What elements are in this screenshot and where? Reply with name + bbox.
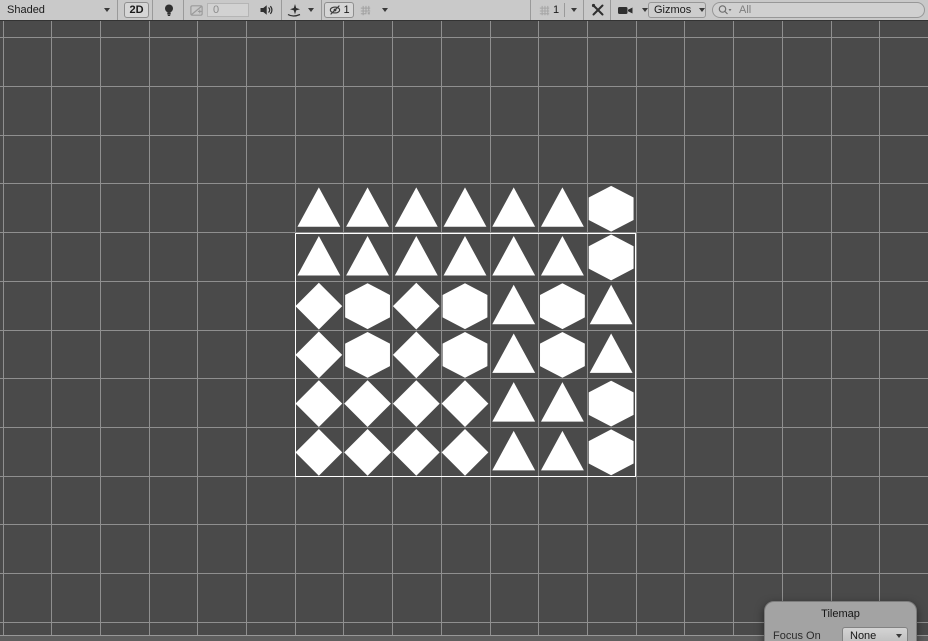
component-tools-button[interactable] [587, 0, 609, 20]
search-input[interactable] [712, 2, 925, 18]
grid-line [0, 86, 928, 87]
grid-line [0, 37, 928, 38]
hidden-objects-count: 1 [343, 4, 349, 16]
grid-line [684, 21, 685, 641]
shading-mode-dropdown[interactable]: Shaded [0, 0, 118, 20]
grid-line [197, 21, 198, 641]
chevron-down-icon [571, 8, 577, 12]
grid-line [0, 573, 928, 574]
toolbar-separator [610, 0, 611, 20]
tile-triangle[interactable] [343, 184, 392, 233]
tilemap-selection-outline [295, 233, 636, 477]
grid-line [3, 21, 4, 641]
chevron-down-icon [699, 8, 705, 12]
exposure-value-field: 0 [207, 3, 249, 17]
tile-hexagon[interactable] [587, 184, 636, 233]
focus-on-dropdown[interactable]: None [842, 627, 908, 641]
chevron-down-icon [642, 8, 648, 12]
effects-toggle-button[interactable] [284, 0, 303, 20]
scene-viewport[interactable]: Tilemap Focus On None [0, 21, 928, 641]
tile-triangle[interactable] [441, 184, 490, 233]
grid-settings-icon [358, 3, 373, 18]
focus-on-value: None [850, 630, 876, 641]
grid-line [782, 21, 783, 641]
scene-camera-button[interactable] [613, 0, 638, 20]
tile-triangle[interactable] [538, 184, 587, 233]
grid-visual-dropdown-button[interactable] [566, 0, 581, 20]
toolbar-separator [183, 0, 184, 20]
chevron-down-icon [308, 8, 314, 12]
grid-line [831, 21, 832, 641]
toolbar-separator [281, 0, 282, 20]
tile-triangle[interactable] [392, 184, 441, 233]
grid-line [149, 21, 150, 641]
toolbar-separator [152, 0, 153, 20]
exposure-button [187, 0, 205, 20]
effects-dropdown-button[interactable] [303, 0, 319, 20]
grid-line [0, 524, 928, 525]
grid-line [246, 21, 247, 641]
search-icon [717, 4, 733, 17]
tile-triangle[interactable] [489, 184, 538, 233]
toolbar-separator [530, 0, 531, 20]
grid-line [879, 21, 880, 641]
lightbulb-icon [161, 2, 177, 18]
grid-line [51, 21, 52, 641]
grid-line [636, 21, 637, 641]
grid-settings-dropdown-button[interactable] [377, 0, 393, 20]
snap-grid-icon [537, 3, 552, 18]
shading-mode-label: Shaded [7, 4, 45, 16]
toolbar-separator [583, 0, 584, 20]
grid-line [733, 21, 734, 641]
eye-hidden-icon [328, 3, 342, 17]
tools-wrench-icon [590, 2, 606, 18]
scene-view-toolbar: Shaded 2D 0 [0, 0, 928, 21]
audio-toggle-button[interactable] [254, 0, 278, 20]
scene-lighting-button[interactable] [157, 0, 181, 20]
tilemap-overlay-panel: Tilemap Focus On None [764, 601, 917, 641]
tile-triangle[interactable] [295, 184, 344, 233]
gizmos-dropdown-button[interactable]: Gizmos [648, 2, 706, 18]
dropdown-arrow-icon [896, 634, 902, 638]
toolbar-separator [321, 0, 322, 20]
exposure-value: 0 [213, 4, 219, 16]
chevron-down-icon [104, 8, 110, 12]
grid-line [100, 21, 101, 641]
audio-icon [258, 2, 274, 18]
grid-visual-button [536, 0, 553, 20]
grid-line [0, 135, 928, 136]
grid-settings-button [356, 0, 375, 20]
scene-search [712, 2, 925, 18]
2d-mode-button[interactable]: 2D [124, 2, 149, 18]
camera-icon [617, 3, 634, 18]
2d-mode-label: 2D [129, 4, 143, 16]
effects-sparkle-icon [286, 2, 302, 18]
focus-on-label: Focus On [773, 630, 821, 641]
toolbar-separator [564, 3, 565, 17]
grid-visual-value: 1 [553, 0, 563, 20]
scene-visibility-button[interactable]: 1 [324, 2, 354, 18]
chevron-down-icon [382, 8, 388, 12]
exposure-image-icon [189, 3, 204, 18]
gizmos-label: Gizmos [649, 4, 695, 16]
panel-title: Tilemap [765, 608, 916, 620]
